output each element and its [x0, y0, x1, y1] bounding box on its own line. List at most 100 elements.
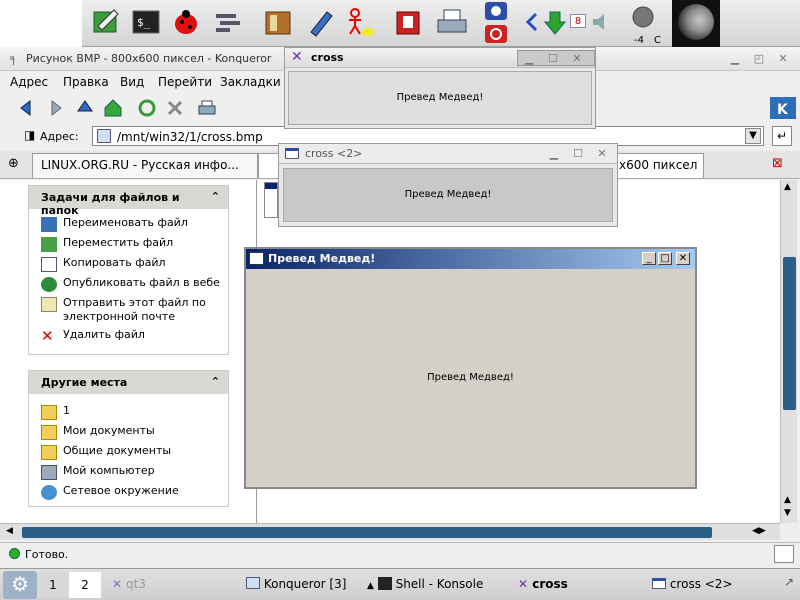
vertical-scroll-thumb[interactable] — [783, 257, 796, 410]
terminal-icon[interactable]: $_ — [130, 6, 162, 38]
history-dropdown-icon[interactable]: ▼ — [745, 128, 761, 144]
tray-arrow-icon[interactable]: ↗ — [784, 575, 794, 589]
scroll-down-icon[interactable]: ▼ — [784, 508, 791, 518]
globe-icon — [41, 277, 57, 292]
up-icon[interactable] — [74, 97, 96, 119]
image-preview-titlebar — [265, 183, 277, 189]
back-icon[interactable] — [16, 97, 38, 119]
sidebar: Задачи для файлов и папок ⌃ Переименоват… — [0, 180, 257, 523]
back-arrow-icon[interactable] — [524, 6, 540, 38]
scroll-page-up-icon[interactable]: ▲ — [784, 495, 791, 505]
printer-icon[interactable] — [434, 6, 470, 38]
lock-screen-icon[interactable] — [484, 1, 508, 21]
maximize-button[interactable]: □ — [658, 252, 672, 265]
home-icon[interactable] — [102, 97, 124, 119]
status-ok-icon — [9, 548, 20, 559]
task-konqueror[interactable]: Konqueror [3] — [246, 577, 346, 591]
cross2-window: cross <2> ▁ ☐ ✕ Превед Медвед! — [278, 143, 618, 227]
ladybug-icon[interactable] — [170, 6, 202, 38]
place-label: 1 — [63, 404, 70, 417]
minimize-button[interactable]: ▁ — [547, 147, 561, 160]
cross-window-title: cross — [311, 51, 344, 64]
x-app-icon: ✕ — [518, 577, 529, 591]
task-copy[interactable]: Копировать файл — [29, 256, 228, 276]
cross2-window-label: Превед Медвед! — [283, 168, 613, 222]
maximize-button[interactable]: ☐ — [571, 147, 585, 160]
clear-location-icon[interactable]: ◨ — [24, 128, 35, 142]
vertical-scrollbar[interactable]: ▲ ▲ ▼ — [780, 180, 797, 523]
scroll-right-icon[interactable]: ◀▶ — [752, 526, 766, 536]
task-label: qt3 — [125, 577, 146, 591]
menu-bookmarks[interactable]: Закладки — [220, 75, 281, 89]
medved-window-titlebar[interactable]: Превед Медвед! _ □ ✕ — [246, 249, 695, 269]
forward-icon[interactable] — [44, 97, 66, 119]
task-rename[interactable]: Переименовать файл — [29, 216, 228, 236]
place-network[interactable]: Сетевое окружение — [29, 484, 228, 504]
tasks-panel-header[interactable]: Задачи для файлов и папок ⌃ — [29, 186, 228, 217]
pencil-icon[interactable] — [305, 6, 337, 38]
close-button[interactable]: ✕ — [570, 52, 584, 65]
status-indicator — [774, 545, 794, 563]
close-tab-icon[interactable]: ⊠ — [772, 156, 783, 171]
minimize-button[interactable]: _ — [642, 252, 656, 265]
stop-icon[interactable] — [164, 97, 186, 119]
close-button[interactable]: ✕ — [676, 252, 690, 265]
place-folder-1[interactable]: 1 — [29, 404, 228, 424]
place-shared-documents[interactable]: Общие документы — [29, 444, 228, 464]
stick-figure-icon[interactable] — [344, 6, 376, 38]
task-cross2[interactable]: cross <2> — [652, 577, 733, 591]
go-button[interactable]: ↵ — [772, 126, 792, 146]
menu-edit[interactable]: Правка — [63, 75, 109, 89]
logout-icon[interactable] — [484, 24, 508, 44]
horizontal-scrollbar[interactable]: ◀ ◀▶ — [0, 523, 780, 540]
svg-text:$_: $_ — [137, 16, 151, 29]
cross2-window-title: cross <2> — [305, 147, 363, 160]
task-delete[interactable]: ✕ Удалить файл — [29, 328, 228, 348]
cross2-window-titlebar[interactable]: cross <2> ▁ ☐ ✕ — [279, 144, 617, 164]
task-cross[interactable]: ✕ cross — [518, 577, 568, 591]
menu-view[interactable]: Вид — [120, 75, 144, 89]
task-publish[interactable]: Опубликовать файл в вебе — [29, 276, 228, 296]
minimize-button[interactable]: ▁ — [522, 52, 536, 65]
volume-icon[interactable] — [590, 6, 612, 38]
maximize-button[interactable]: ☐ — [546, 52, 560, 65]
minimize-button[interactable]: ▁ — [728, 52, 742, 65]
horizontal-scroll-thumb[interactable] — [22, 527, 712, 538]
task-konsole[interactable]: ▲ Shell - Konsole — [367, 577, 483, 591]
status-bar: Готово. — [0, 542, 800, 566]
download-icon[interactable] — [544, 6, 566, 38]
scroll-left-icon[interactable]: ◀ — [6, 526, 13, 536]
tab-label: LINUX.ORG.RU - Русская инфо... — [41, 158, 239, 172]
close-button[interactable]: ✕ — [595, 147, 609, 160]
task-qt3[interactable]: ✕ qt3 — [112, 577, 146, 591]
task-move[interactable]: Переместить файл — [29, 236, 228, 256]
book-icon[interactable] — [262, 6, 294, 38]
edit-document-icon[interactable] — [90, 6, 122, 38]
restore-button[interactable]: ◰ — [752, 52, 766, 65]
x-app-icon: ✕ — [112, 577, 123, 591]
menu-go[interactable]: Перейти — [158, 75, 212, 89]
close-button[interactable]: ✕ — [776, 52, 790, 65]
scroll-up-icon[interactable]: ▲ — [784, 182, 791, 192]
print-icon[interactable] — [196, 97, 218, 119]
cross-window-titlebar[interactable]: ✕ cross ▁ ☐ ✕ — [285, 48, 595, 68]
places-panel-header[interactable]: Другие места ⌃ — [29, 371, 228, 394]
tab-linux-org-ru[interactable]: LINUX.ORG.RU - Русская инфо... — [32, 153, 258, 178]
desktop-1-button[interactable]: 1 — [37, 572, 69, 598]
collapse-icon[interactable]: ⌃ — [211, 190, 220, 203]
collapse-icon[interactable]: ⌃ — [211, 375, 220, 388]
location-label: Адрес: — [40, 130, 79, 143]
pin-icon[interactable]: ╕ — [10, 51, 17, 65]
task-email[interactable]: Отправить этот файл по электронной почте — [29, 296, 228, 328]
place-my-documents[interactable]: Мои документы — [29, 424, 228, 444]
task-label: cross — [532, 577, 568, 591]
reload-icon[interactable] — [136, 97, 158, 119]
kde-menu-icon[interactable]: ⚙ — [3, 571, 37, 599]
place-my-computer[interactable]: Мой компьютер — [29, 464, 228, 484]
games-icon[interactable] — [392, 6, 424, 38]
menu-address[interactable]: Адрес — [10, 75, 48, 89]
medved-window-title: Превед Медвед! — [268, 252, 376, 265]
new-tab-icon[interactable]: ⊕ — [8, 156, 19, 171]
desktop-2-button[interactable]: 2 — [69, 572, 101, 598]
tasks-icon[interactable] — [212, 6, 244, 38]
